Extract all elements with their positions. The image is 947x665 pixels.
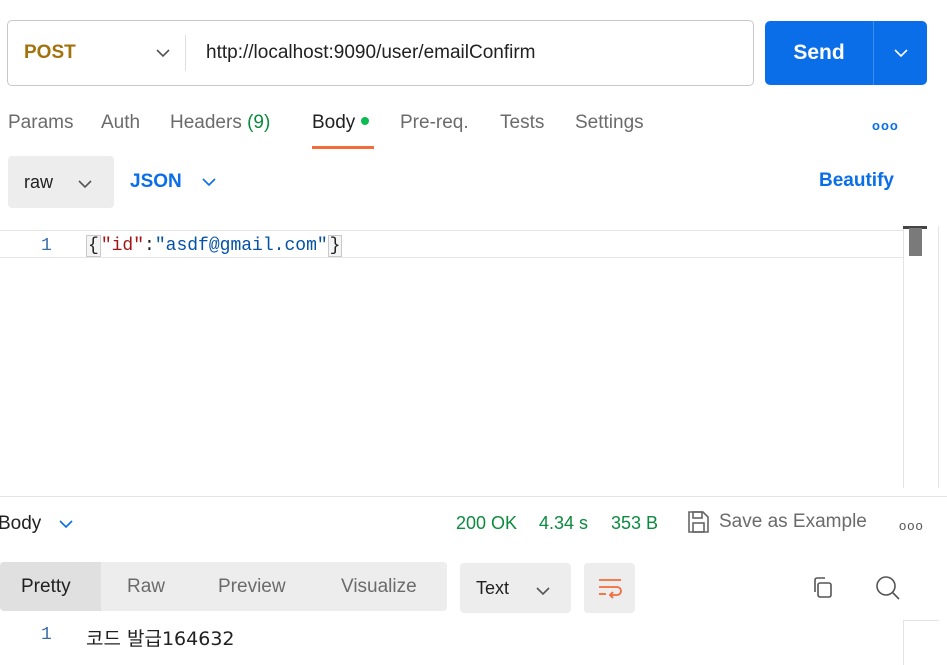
view-tab-visualize[interactable]: Visualize — [341, 576, 417, 598]
save-as-example-label: Save as Example — [719, 511, 867, 532]
chevron-down-icon — [536, 583, 550, 601]
editor-line: 1 {"id":"asdf@gmail.com"} — [0, 230, 903, 258]
close-brace: } — [327, 235, 343, 257]
chevron-down-icon — [893, 48, 908, 57]
language-label: JSON — [130, 171, 182, 192]
tab-pre-request[interactable]: Pre-req. — [400, 112, 469, 134]
response-format-select[interactable]: Text — [460, 563, 571, 613]
response-scrollbar-track — [903, 620, 904, 665]
view-tab-pretty[interactable]: Pretty — [21, 576, 71, 598]
response-view-tabs: Pretty Raw Preview Visualize — [0, 562, 447, 611]
body-mode-select[interactable]: raw — [8, 156, 114, 208]
method-select[interactable]: POST — [24, 21, 184, 85]
response-body-select[interactable]: Body — [0, 513, 73, 535]
search-icon[interactable] — [874, 574, 902, 607]
tab-tests[interactable]: Tests — [500, 112, 544, 134]
tab-body[interactable]: Body — [312, 112, 370, 134]
request-tabs: Params Auth Headers (9) Body Pre-req. Te… — [0, 100, 947, 150]
tab-headers[interactable]: Headers (9) — [170, 112, 270, 134]
json-colon: : — [144, 236, 155, 256]
body-mode-label: raw — [24, 171, 54, 192]
chevron-down-icon — [78, 176, 92, 194]
response-body-label: Body — [0, 513, 42, 534]
code-editor[interactable]: 1 {"id":"asdf@gmail.com"} — [0, 226, 947, 488]
save-as-example-button[interactable]: Save as Example — [686, 510, 867, 534]
tab-params[interactable]: Params — [8, 112, 73, 134]
send-button[interactable]: Send — [765, 21, 873, 85]
editor-right-border — [938, 226, 939, 488]
response-size[interactable]: 353 B — [611, 513, 658, 534]
beautify-button[interactable]: Beautify — [819, 170, 894, 192]
send-options-button[interactable] — [874, 21, 927, 85]
chevron-down-icon — [59, 513, 73, 535]
open-brace: { — [86, 235, 101, 257]
tab-body-label: Body — [312, 112, 356, 133]
active-tab-indicator — [312, 146, 374, 149]
language-select[interactable]: JSON — [130, 156, 216, 208]
line-number: 1 — [41, 236, 52, 256]
wrap-lines-button[interactable] — [584, 563, 635, 613]
headers-count: (9) — [247, 112, 271, 133]
divider — [185, 35, 186, 71]
json-value: "asdf@gmail.com" — [154, 236, 328, 256]
copy-icon[interactable] — [810, 575, 836, 606]
wrap-lines-icon — [598, 579, 622, 599]
more-options-icon[interactable]: ooo — [899, 518, 924, 533]
response-time[interactable]: 4.34 s — [539, 513, 588, 534]
body-indicator-dot — [361, 116, 370, 125]
response-divider[interactable] — [0, 496, 947, 497]
request-bar: POST http://localhost:9090/user/emailCon… — [7, 20, 754, 86]
code-line: {"id":"asdf@gmail.com"} — [86, 235, 343, 257]
tab-headers-label: Headers — [170, 112, 242, 133]
send-button-group: Send — [765, 21, 927, 85]
response-body-text: 코드 발급164632 — [86, 628, 235, 650]
save-icon — [688, 511, 709, 533]
chevron-down-icon — [202, 171, 216, 193]
tab-auth[interactable]: Auth — [101, 112, 140, 134]
method-label: POST — [24, 42, 76, 63]
editor-scrollbar-track — [903, 226, 904, 488]
status-code[interactable]: 200 OK — [456, 513, 517, 534]
view-tab-preview[interactable]: Preview — [218, 576, 286, 598]
json-key: "id" — [100, 236, 145, 256]
editor-scrollbar-thumb[interactable] — [909, 228, 922, 256]
tab-settings[interactable]: Settings — [575, 112, 644, 134]
more-options-icon[interactable]: ooo — [872, 118, 899, 133]
url-input[interactable]: http://localhost:9090/user/emailConfirm — [206, 21, 536, 85]
response-format-label: Text — [476, 577, 510, 598]
response-scrollbar-top — [903, 620, 939, 621]
chevron-down-icon — [156, 45, 170, 63]
view-tab-raw[interactable]: Raw — [127, 576, 165, 598]
response-line-number: 1 — [41, 625, 52, 645]
